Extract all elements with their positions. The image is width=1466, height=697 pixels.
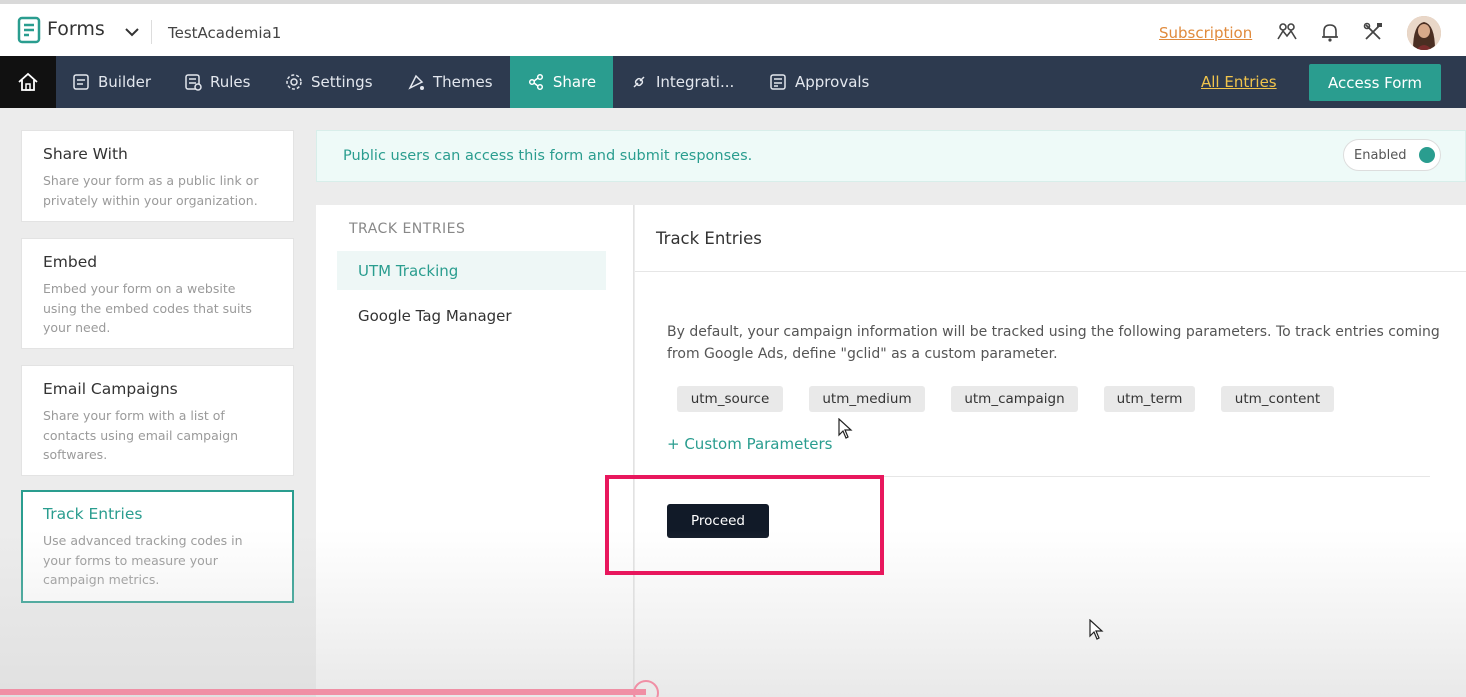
toggle-label: Enabled	[1354, 148, 1407, 163]
nav-bar: Builder Rules Settings Themes Share Inte…	[0, 56, 1466, 108]
rules-icon	[185, 74, 202, 91]
share-option-title: Email Campaigns	[43, 380, 178, 398]
divider	[635, 271, 1466, 272]
param-chip-utm-campaign[interactable]: utm_campaign	[951, 386, 1078, 412]
video-progress-bar[interactable]	[0, 689, 646, 695]
toggle-knob	[1419, 147, 1435, 163]
nav-tab-label: Share	[552, 73, 597, 91]
home-button[interactable]	[0, 56, 56, 108]
builder-icon	[73, 74, 89, 90]
panel-title: Track Entries	[656, 229, 762, 248]
top-bar: Forms TestAcademia1 Subscription	[0, 0, 1466, 56]
track-entries-menu: TRACK ENTRIES UTM Tracking Google Tag Ma…	[316, 205, 634, 697]
param-chip-utm-source[interactable]: utm_source	[677, 386, 783, 412]
nav-tab-share[interactable]: Share	[510, 56, 613, 108]
proceed-button[interactable]: Proceed	[667, 504, 769, 538]
param-chip-utm-term[interactable]: utm_term	[1104, 386, 1195, 412]
user-avatar-icon	[1407, 16, 1441, 50]
public-access-banner: Public users can access this form and su…	[316, 130, 1466, 182]
share-option-embed[interactable]: Embed Embed your form on a website using…	[21, 238, 294, 349]
menu-item-utm-tracking[interactable]: UTM Tracking	[337, 251, 606, 290]
chevron-down-icon[interactable]	[124, 26, 140, 38]
org-name[interactable]: TestAcademia1	[168, 24, 281, 42]
tools-icon[interactable]	[1362, 21, 1384, 43]
users-icon[interactable]	[1276, 21, 1298, 43]
nav-tab-label: Builder	[98, 73, 152, 91]
track-entries-panel: Track Entries By default, your campaign …	[635, 205, 1466, 697]
nav-tab-label: Rules	[210, 73, 251, 91]
mouse-cursor-icon	[1089, 619, 1104, 640]
bell-icon[interactable]	[1319, 21, 1341, 43]
nav-tab-label: Integrati...	[656, 73, 735, 91]
nav-tab-label: Approvals	[795, 73, 870, 91]
panel-description: By default, your campaign information wi…	[667, 324, 1440, 362]
forms-logo-icon	[17, 16, 41, 44]
nav-tab-rules[interactable]: Rules	[184, 56, 250, 108]
share-option-email-campaigns[interactable]: Email Campaigns Share your form with a l…	[21, 365, 294, 476]
avatar[interactable]	[1407, 16, 1441, 50]
approvals-icon	[770, 74, 786, 90]
nav-tab-approvals[interactable]: Approvals	[769, 56, 869, 108]
mouse-cursor-icon	[838, 418, 853, 439]
param-chip-utm-content[interactable]: utm_content	[1221, 386, 1334, 412]
share-option-title: Embed	[43, 253, 98, 271]
share-option-track-entries[interactable]: Track Entries Use advanced tracking code…	[21, 490, 294, 603]
param-chip-utm-medium[interactable]: utm_medium	[809, 386, 925, 412]
integration-icon	[633, 76, 645, 88]
all-entries-link[interactable]: All Entries	[1201, 73, 1277, 91]
share-option-desc: Embed your form on a website using the e…	[43, 281, 252, 335]
share-option-desc: Use advanced tracking codes in your form…	[43, 533, 243, 587]
share-option-title: Share With	[43, 145, 128, 163]
menu-item-label: Google Tag Manager	[358, 306, 512, 325]
nav-tab-label: Themes	[433, 73, 493, 91]
share-option-desc: Share your form as a public link or priv…	[43, 173, 259, 208]
menu-heading: TRACK ENTRIES	[349, 221, 466, 237]
share-option-desc: Share your form with a list of contacts …	[43, 408, 239, 462]
access-form-button[interactable]: Access Form	[1309, 64, 1441, 101]
divider	[667, 476, 1430, 477]
gear-icon	[286, 74, 302, 90]
share-option-title: Track Entries	[43, 505, 143, 523]
share-option-share-with[interactable]: Share With Share your form as a public l…	[21, 130, 294, 222]
home-icon	[18, 72, 38, 91]
nav-tab-settings[interactable]: Settings	[285, 56, 373, 108]
subscription-link[interactable]: Subscription	[1159, 24, 1252, 42]
share-icon	[528, 73, 543, 91]
menu-item-google-tag-manager[interactable]: Google Tag Manager	[337, 296, 606, 335]
themes-icon	[408, 74, 424, 90]
nav-tab-builder[interactable]: Builder	[72, 56, 151, 108]
banner-text: Public users can access this form and su…	[343, 148, 753, 164]
nav-tab-integrations[interactable]: Integrati...	[630, 56, 734, 108]
enabled-toggle[interactable]: Enabled	[1343, 139, 1441, 171]
nav-tab-themes[interactable]: Themes	[407, 56, 493, 108]
nav-tab-label: Settings	[311, 73, 373, 91]
add-custom-parameters-link[interactable]: + Custom Parameters	[667, 435, 832, 453]
app-name[interactable]: Forms	[47, 18, 105, 40]
divider	[151, 20, 152, 44]
menu-item-label: UTM Tracking	[358, 261, 459, 280]
